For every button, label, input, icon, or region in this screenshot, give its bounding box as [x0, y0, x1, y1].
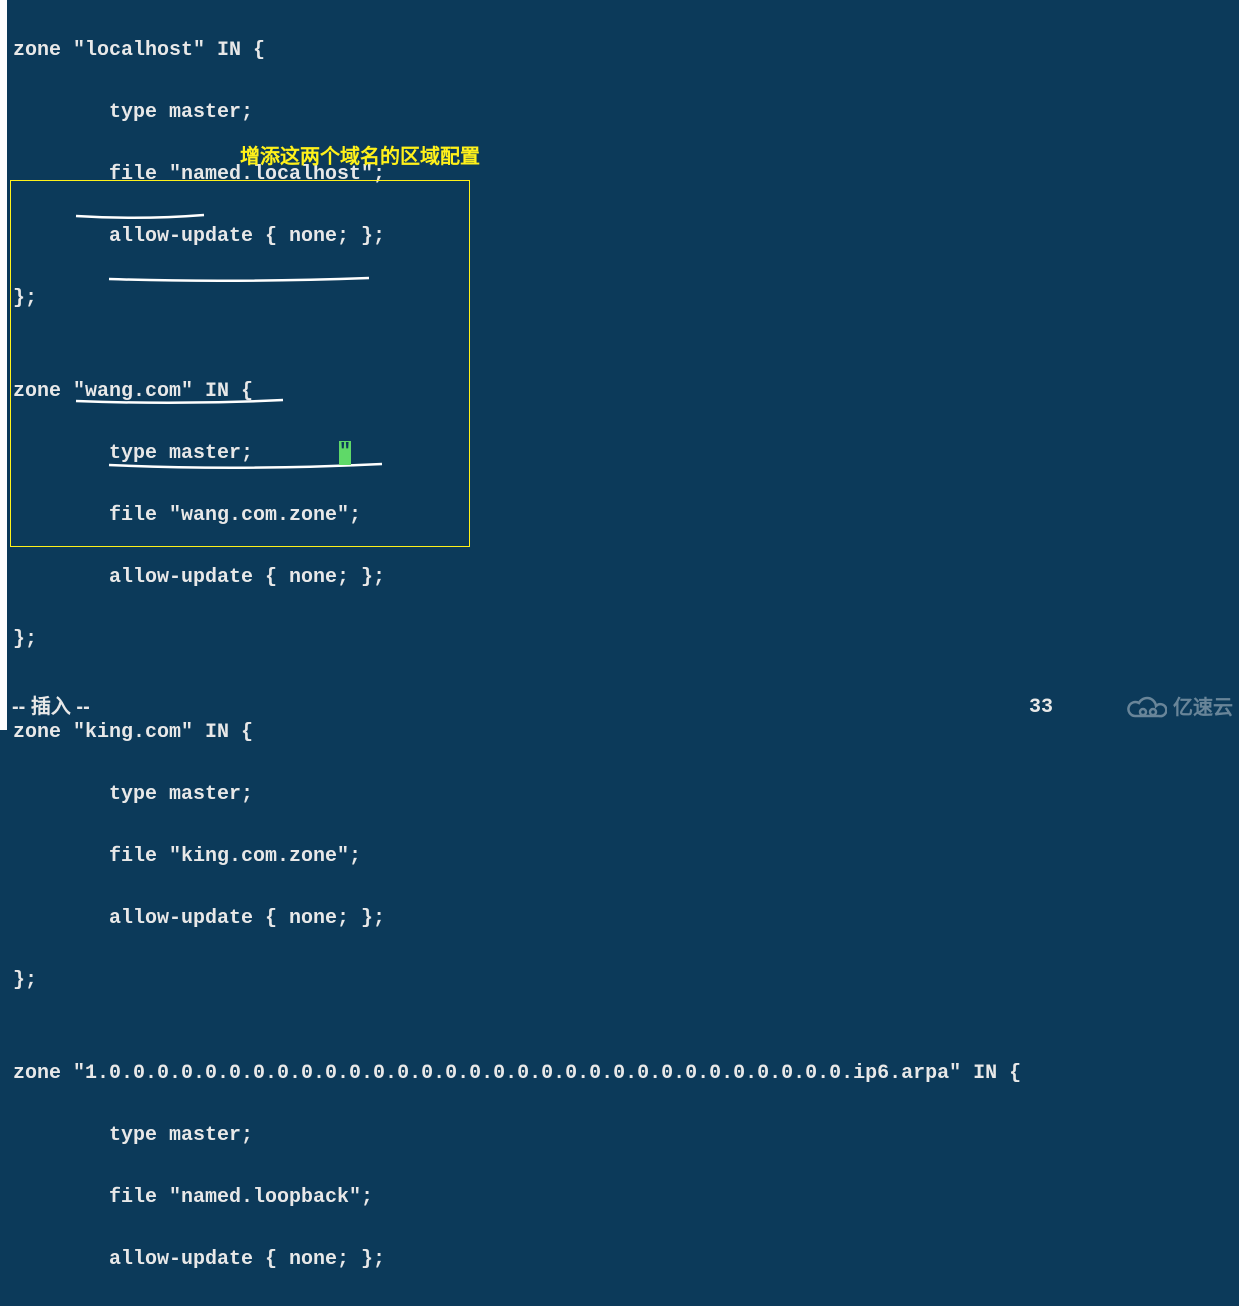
code-line: allow-update { none; };: [13, 221, 1021, 252]
code-line: };: [13, 624, 1021, 655]
code-line: zone "wang.com" IN {: [13, 376, 1021, 407]
code-line: file "named.localhost";: [13, 159, 1021, 190]
watermark: 亿速云: [1123, 693, 1233, 724]
code-line: type master;: [13, 779, 1021, 810]
code-line: zone "1.0.0.0.0.0.0.0.0.0.0.0.0.0.0.0.0.…: [13, 1058, 1021, 1089]
editor-content[interactable]: zone "localhost" IN { type master; file …: [13, 4, 1021, 1306]
code-line: type master;: [13, 1120, 1021, 1151]
line-number-indicator: 33: [1029, 692, 1053, 723]
code-line: allow-update { none; };: [13, 1244, 1021, 1275]
annotation-label: 增添这两个域名的区域配置: [240, 142, 480, 173]
cloud-icon: [1123, 695, 1167, 723]
code-line: file "king.com.zone";: [13, 841, 1021, 872]
code-line: type master;: [13, 97, 1021, 128]
code-line: allow-update { none; };: [13, 562, 1021, 593]
code-line: zone "king.com" IN {: [13, 717, 1021, 748]
code-line: zone "localhost" IN {: [13, 35, 1021, 66]
code-line: type master;: [13, 438, 1021, 469]
left-gutter: [0, 0, 7, 730]
code-line: file "named.loopback";: [13, 1182, 1021, 1213]
code-line: };: [13, 965, 1021, 996]
code-line: };: [13, 283, 1021, 314]
code-line: allow-update { none; };: [13, 903, 1021, 934]
code-line: file "wang.com.zone";: [13, 500, 1021, 531]
watermark-text: 亿速云: [1173, 693, 1233, 724]
text-cursor: ": [339, 441, 351, 465]
vim-mode-status: -- 插入 --: [12, 692, 90, 723]
